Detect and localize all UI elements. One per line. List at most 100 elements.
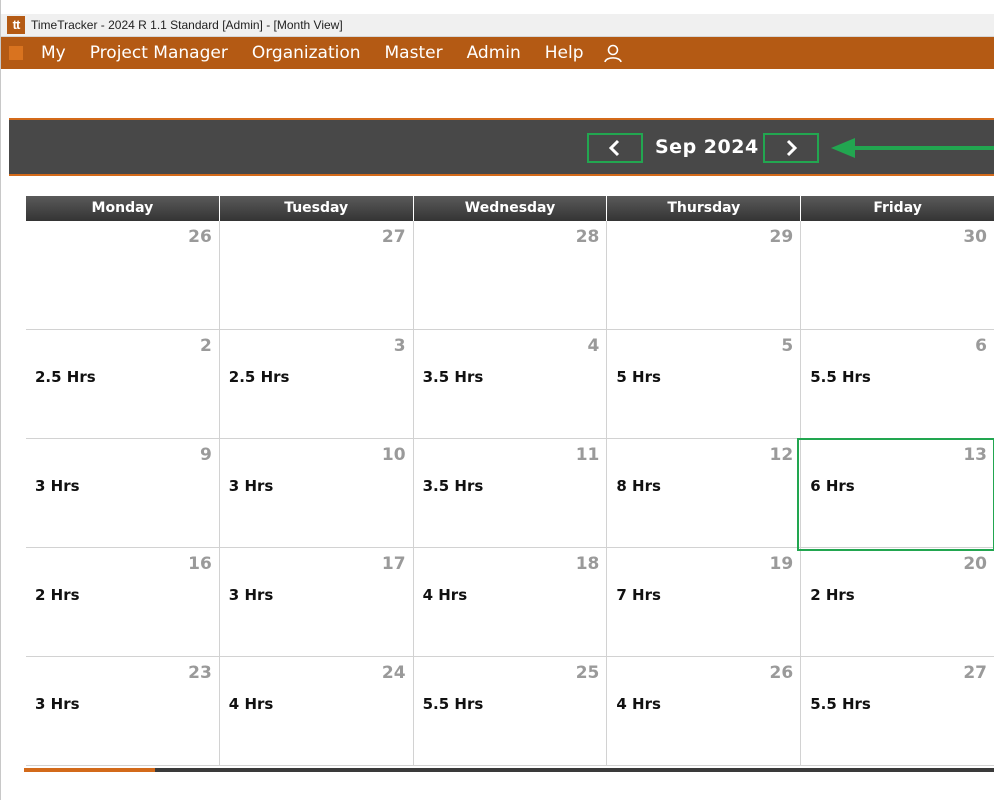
user-icon[interactable] xyxy=(602,42,624,64)
weekday-header: Friday xyxy=(801,196,994,221)
day-number: 23 xyxy=(188,663,212,683)
day-number: 3 xyxy=(393,336,406,356)
day-cell[interactable]: 27 5.5 Hrs xyxy=(801,657,994,766)
day-number: 10 xyxy=(381,445,406,465)
day-hours: 8 Hrs xyxy=(616,477,661,495)
week-row: 16 2 Hrs 17 3 Hrs 18 4 Hrs 19 7 Hrs 20 2 Hrs xyxy=(26,548,994,657)
day-cell[interactable]: 27 xyxy=(219,221,414,330)
day-number: 25 xyxy=(575,663,600,683)
window-title: TimeTracker - 2024 R 1.1 Standard [Admin… xyxy=(31,18,343,32)
day-cell[interactable]: 29 xyxy=(607,221,802,330)
day-hours: 3 Hrs xyxy=(228,586,274,604)
day-hours: 2 Hrs xyxy=(35,586,80,604)
day-hours: 2.5 Hrs xyxy=(228,368,290,386)
menu-item-master[interactable]: Master xyxy=(385,43,443,63)
annotation-arrow-icon xyxy=(831,138,994,158)
app-window: tt TimeTracker - 2024 R 1.1 Standard [Ad… xyxy=(0,0,994,800)
day-cell[interactable]: 11 3.5 Hrs xyxy=(413,439,608,548)
day-hours: 3 Hrs xyxy=(228,477,274,495)
day-cell[interactable]: 5 5 Hrs xyxy=(607,330,802,439)
day-cell[interactable]: 25 5.5 Hrs xyxy=(413,657,608,766)
day-number: 24 xyxy=(381,663,406,683)
day-hours: 4 Hrs xyxy=(616,695,661,713)
day-number: 2 xyxy=(199,336,212,356)
day-cell[interactable]: 10 3 Hrs xyxy=(219,439,414,548)
day-cell[interactable]: 17 3 Hrs xyxy=(219,548,414,657)
month-calendar: Monday Tuesday Wednesday Thursday Friday… xyxy=(26,196,994,766)
day-number: 6 xyxy=(975,336,987,356)
weekday-header: Monday xyxy=(26,196,220,221)
day-cell[interactable]: 24 4 Hrs xyxy=(219,657,414,766)
month-label: Sep 2024 xyxy=(655,136,759,158)
day-number: 30 xyxy=(963,227,987,247)
day-cell-today[interactable]: 13 6 Hrs xyxy=(801,439,994,548)
chevron-right-icon xyxy=(786,139,798,157)
menu-square-icon xyxy=(9,46,23,60)
day-number: 4 xyxy=(587,336,600,356)
day-hours: 6 Hrs xyxy=(810,477,855,495)
week-row: 2 2.5 Hrs 3 2.5 Hrs 4 3.5 Hrs 5 5 Hrs 6 5.5 H… xyxy=(26,330,994,439)
weekday-header: Thursday xyxy=(607,196,802,221)
day-cell[interactable]: 19 7 Hrs xyxy=(607,548,802,657)
day-cell[interactable]: 26 xyxy=(26,221,220,330)
day-number: 16 xyxy=(188,554,212,574)
day-hours: 3.5 Hrs xyxy=(422,477,484,495)
day-number: 5 xyxy=(781,336,794,356)
day-cell[interactable]: 4 3.5 Hrs xyxy=(413,330,608,439)
day-number: 9 xyxy=(199,445,212,465)
day-number: 26 xyxy=(188,227,212,247)
menu-bar: My Project Manager Organization Master A… xyxy=(1,37,994,69)
day-cell[interactable]: 16 2 Hrs xyxy=(26,548,220,657)
day-hours: 4 Hrs xyxy=(228,695,274,713)
day-hours: 5.5 Hrs xyxy=(422,695,484,713)
day-hours: 5.5 Hrs xyxy=(810,695,871,713)
day-hours: 5 Hrs xyxy=(616,368,661,386)
loading-progress-bar xyxy=(24,768,994,772)
day-cell[interactable]: 28 xyxy=(413,221,608,330)
menu-item-my[interactable]: My xyxy=(41,43,66,63)
day-cell[interactable]: 9 3 Hrs xyxy=(26,439,220,548)
day-hours: 2.5 Hrs xyxy=(35,368,96,386)
day-hours: 3 Hrs xyxy=(35,477,80,495)
day-hours: 5.5 Hrs xyxy=(810,368,871,386)
day-cell[interactable]: 23 3 Hrs xyxy=(26,657,220,766)
app-logo: tt xyxy=(7,16,25,34)
title-bar: tt TimeTracker - 2024 R 1.1 Standard [Ad… xyxy=(1,14,994,37)
day-cell[interactable]: 18 4 Hrs xyxy=(413,548,608,657)
menu-item-organization[interactable]: Organization xyxy=(252,43,361,63)
week-row: 9 3 Hrs 10 3 Hrs 11 3.5 Hrs 12 8 Hrs 13 6 Hrs xyxy=(26,439,994,548)
day-hours: 2 Hrs xyxy=(810,586,855,604)
week-row: 23 3 Hrs 24 4 Hrs 25 5.5 Hrs 26 4 Hrs 27 5.5 … xyxy=(26,657,994,766)
day-number: 29 xyxy=(769,227,794,247)
previous-month-button[interactable] xyxy=(587,133,643,163)
menu-item-project-manager[interactable]: Project Manager xyxy=(90,43,228,63)
menu-item-admin[interactable]: Admin xyxy=(467,43,521,63)
day-number: 26 xyxy=(769,663,794,683)
day-cell[interactable]: 30 xyxy=(801,221,994,330)
next-month-button[interactable] xyxy=(763,133,819,163)
weekday-header-row: Monday Tuesday Wednesday Thursday Friday xyxy=(26,196,994,221)
weekday-header: Tuesday xyxy=(219,196,414,221)
day-number: 19 xyxy=(769,554,794,574)
day-cell[interactable]: 2 2.5 Hrs xyxy=(26,330,220,439)
day-hours: 3 Hrs xyxy=(35,695,80,713)
day-cell[interactable]: 3 2.5 Hrs xyxy=(219,330,414,439)
weekday-header: Wednesday xyxy=(413,196,608,221)
day-number: 18 xyxy=(575,554,600,574)
day-number: 12 xyxy=(769,445,794,465)
menu-item-help[interactable]: Help xyxy=(545,43,584,63)
month-navigation-bar: Sep 2024 xyxy=(9,118,994,176)
progress-fill xyxy=(24,768,156,772)
day-cell[interactable]: 12 8 Hrs xyxy=(607,439,802,548)
week-row: 26 27 28 29 30 xyxy=(26,221,994,330)
day-number: 11 xyxy=(575,445,600,465)
day-number: 28 xyxy=(575,227,600,247)
day-hours: 7 Hrs xyxy=(616,586,661,604)
day-number: 27 xyxy=(381,227,406,247)
day-number: 20 xyxy=(963,554,987,574)
day-cell[interactable]: 20 2 Hrs xyxy=(801,548,994,657)
chevron-left-icon xyxy=(608,139,620,157)
day-cell[interactable]: 6 5.5 Hrs xyxy=(801,330,994,439)
day-hours: 3.5 Hrs xyxy=(422,368,484,386)
day-cell[interactable]: 26 4 Hrs xyxy=(607,657,802,766)
